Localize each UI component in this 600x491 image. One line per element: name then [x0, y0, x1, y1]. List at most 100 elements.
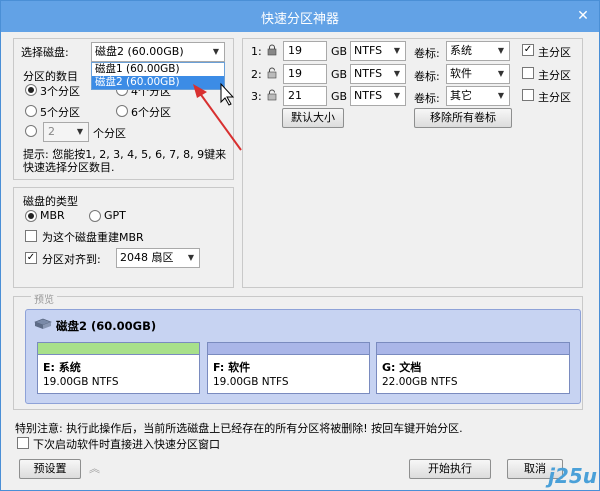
chevron-down-icon: ▼ — [393, 91, 401, 100]
partition-color-bar — [208, 343, 369, 355]
chevron-down-icon: ▼ — [497, 69, 505, 78]
radio-5-partitions-label: 5个分区 — [40, 106, 80, 119]
partition-2-primary-label: 主分区 — [538, 69, 571, 82]
custom-partition-suffix: 个分区 — [93, 127, 126, 140]
align-partition-checkbox[interactable]: ✓ — [25, 252, 37, 264]
chevron-down-icon: ▼ — [393, 46, 401, 55]
unlock-icon[interactable] — [266, 67, 278, 79]
partition-3-label-value: 其它 — [450, 89, 472, 102]
align-sector-value: 2048 扇区 — [120, 251, 174, 264]
align-sector-combo[interactable]: 2048 扇区 ▼ — [116, 248, 200, 268]
partition-2-label-caption: 卷标: — [414, 70, 440, 83]
partition-1-fs-value: NTFS — [354, 44, 383, 57]
preview-partition-g[interactable]: G: 文档 22.00GB NTFS — [376, 342, 570, 394]
partition-3-size-input[interactable]: 21 — [283, 86, 327, 106]
hard-disk-icon — [34, 318, 52, 329]
title-bar: 快速分区神器 ✕ — [1, 1, 599, 32]
partition-2-primary-checkbox[interactable] — [522, 67, 534, 79]
custom-partition-count-spinner[interactable]: 2 ▼ — [43, 122, 89, 142]
radio-6-partitions-label: 6个分区 — [131, 106, 171, 119]
close-button[interactable]: ✕ — [573, 7, 593, 25]
startup-quick-partition-checkbox[interactable] — [17, 437, 29, 449]
disk-type-title: 磁盘的类型 — [23, 195, 78, 208]
select-disk-label: 选择磁盘: — [21, 46, 69, 59]
partition-3-primary-label: 主分区 — [538, 91, 571, 104]
select-disk-value: 磁盘2 (60.00GB) — [95, 45, 184, 58]
partition-1-fs-combo[interactable]: NTFS ▼ — [350, 41, 406, 61]
partition-2-label-value: 软件 — [450, 67, 472, 80]
radio-5-partitions[interactable] — [25, 105, 37, 117]
rebuild-mbr-checkbox[interactable] — [25, 230, 37, 242]
preview-disk-name: 磁盘2 (60.00GB) — [56, 319, 157, 333]
chevron-down-icon: ▼ — [76, 127, 84, 136]
chevron-down-icon: ▼ — [187, 253, 195, 262]
partition-color-bar — [377, 343, 569, 355]
preview-partition-f-info: 19.00GB NTFS — [213, 376, 289, 388]
partition-2-fs-value: NTFS — [354, 67, 383, 80]
double-chevron-up-icon[interactable]: ︽ — [89, 460, 100, 476]
preview-partition-e[interactable]: E: 系统 19.00GB NTFS — [37, 342, 200, 394]
partition-count-label: 分区的数目 — [23, 70, 78, 83]
partition-2-unit: GB — [331, 68, 348, 81]
partition-1-size-value: 19 — [288, 44, 302, 57]
partition-2-size-input[interactable]: 19 — [283, 64, 327, 84]
radio-6-partitions[interactable] — [116, 105, 128, 117]
custom-partition-count-value: 2 — [48, 125, 55, 138]
partition-color-bar — [38, 343, 199, 355]
annotation-arrow-icon — [193, 82, 242, 151]
partition-1-primary-label: 主分区 — [538, 46, 571, 59]
partition-1-label-value: 系统 — [450, 44, 472, 57]
chevron-down-icon: ▼ — [212, 47, 220, 56]
preview-partition-e-info: 19.00GB NTFS — [43, 376, 119, 388]
partition-3-index: 3: — [251, 90, 262, 103]
partition-1-index: 1: — [251, 45, 262, 58]
radio-mbr-label: MBR — [40, 209, 65, 222]
partition-1-label-combo[interactable]: 系统 ▼ — [446, 41, 510, 61]
site-watermark: j25u — [548, 464, 597, 488]
preview-partition-f-name: F: 软件 — [213, 361, 251, 374]
chevron-down-icon: ▼ — [497, 91, 505, 100]
radio-3-partitions[interactable] — [25, 84, 37, 96]
default-size-button[interactable]: 默认大小 — [282, 108, 344, 128]
partition-2-size-value: 19 — [288, 67, 302, 80]
partition-3-size-value: 21 — [288, 89, 302, 102]
quick-partition-window: 快速分区神器 ✕ 选择磁盘: 磁盘2 (60.00GB) ▼ 磁盘1 (60.0… — [0, 0, 600, 491]
partition-3-unit: GB — [331, 90, 348, 103]
partition-3-fs-combo[interactable]: NTFS ▼ — [350, 86, 406, 106]
partition-2-label-combo[interactable]: 软件 ▼ — [446, 64, 510, 84]
radio-gpt[interactable] — [89, 210, 101, 222]
window-title: 快速分区神器 — [260, 12, 339, 27]
partition-1-primary-checkbox[interactable]: ✓ — [522, 44, 534, 56]
disk-preview-panel: 磁盘2 (60.00GB) E: 系统 19.00GB NTFS F: 软件 1… — [25, 309, 581, 404]
rebuild-mbr-label: 为这个磁盘重建MBR — [42, 231, 144, 244]
chevron-down-icon: ▼ — [393, 69, 401, 78]
partition-3-label-combo[interactable]: 其它 ▼ — [446, 86, 510, 106]
select-disk-combo[interactable]: 磁盘2 (60.00GB) ▼ — [91, 42, 225, 62]
partition-1-size-input[interactable]: 19 — [283, 41, 327, 61]
partition-3-label-caption: 卷标: — [414, 92, 440, 105]
dialog-content: 选择磁盘: 磁盘2 (60.00GB) ▼ 磁盘1 (60.00GB) 磁盘2 … — [9, 32, 591, 484]
remove-all-labels-button[interactable]: 移除所有卷标 — [414, 108, 512, 128]
partition-3-fs-value: NTFS — [354, 89, 383, 102]
partition-1-unit: GB — [331, 45, 348, 58]
radio-custom-partitions[interactable] — [25, 125, 37, 137]
chevron-down-icon: ▼ — [497, 46, 505, 55]
unlock-icon[interactable] — [266, 89, 278, 101]
preview-partition-g-name: G: 文档 — [382, 361, 422, 374]
preset-button[interactable]: 预设置 — [19, 459, 81, 479]
radio-3-partitions-label: 3个分区 — [40, 85, 80, 98]
preview-partition-e-name: E: 系统 — [43, 361, 81, 374]
preview-partition-f[interactable]: F: 软件 19.00GB NTFS — [207, 342, 370, 394]
preview-title: 预览 — [31, 291, 57, 306]
partition-1-label-caption: 卷标: — [414, 47, 440, 60]
warning-notice: 特别注意: 执行此操作后，当前所选磁盘上已经存在的所有分区将被删除! 按回车键开… — [15, 422, 463, 435]
radio-mbr[interactable] — [25, 210, 37, 222]
align-partition-label: 分区对齐到: — [42, 253, 101, 266]
start-execute-button[interactable]: 开始执行 — [409, 459, 491, 479]
lock-icon[interactable] — [266, 44, 278, 56]
startup-quick-partition-label: 下次启动软件时直接进入快速分区窗口 — [33, 438, 220, 451]
partition-2-fs-combo[interactable]: NTFS ▼ — [350, 64, 406, 84]
preview-partition-g-info: 22.00GB NTFS — [382, 376, 458, 388]
partition-3-primary-checkbox[interactable] — [522, 89, 534, 101]
radio-gpt-label: GPT — [104, 209, 126, 222]
